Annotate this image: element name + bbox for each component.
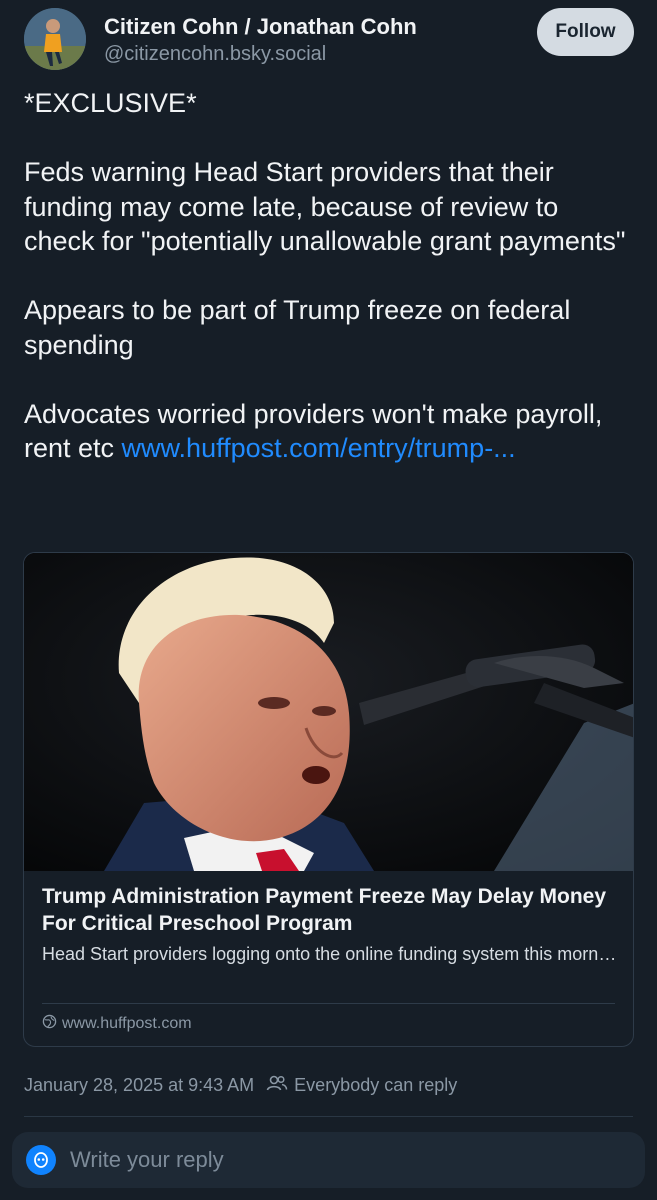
- user-avatar-icon: [26, 1145, 56, 1175]
- reply-audience[interactable]: Everybody can reply: [266, 1074, 457, 1097]
- post-meta: January 28, 2025 at 9:43 AM Everybody ca…: [24, 1074, 457, 1097]
- reply-audience-label: Everybody can reply: [294, 1075, 458, 1095]
- post-line-exclusive: *EXCLUSIVE*: [24, 88, 197, 118]
- card-body: Trump Administration Payment Freeze May …: [42, 883, 617, 966]
- card-domain-row: www.huffpost.com: [42, 1014, 192, 1034]
- post-paragraph-4: Advocates worried providers won't make p…: [24, 397, 634, 466]
- card-domain: www.huffpost.com: [62, 1015, 192, 1032]
- post-paragraph-3: Appears to be part of Trump freeze on fe…: [24, 295, 571, 360]
- post-paragraph-2: Feds warning Head Start providers that t…: [24, 157, 626, 256]
- post-text: *EXCLUSIVE* Feds warning Head Start prov…: [24, 86, 634, 466]
- card-title: Trump Administration Payment Freeze May …: [42, 885, 607, 935]
- card-image: [24, 553, 633, 871]
- people-icon: [266, 1074, 288, 1097]
- globe-icon: [42, 1014, 57, 1034]
- author-display-name[interactable]: Citizen Cohn / Jonathan Cohn: [104, 14, 417, 40]
- reply-composer[interactable]: Write your reply: [12, 1132, 645, 1188]
- post-link[interactable]: www.huffpost.com/entry/trump-...: [122, 433, 516, 463]
- follow-button[interactable]: Follow: [537, 8, 634, 56]
- author-avatar[interactable]: [24, 8, 86, 70]
- post-header: Citizen Cohn / Jonathan Cohn @citizencoh…: [24, 8, 634, 72]
- post-timestamp: January 28, 2025 at 9:43 AM: [24, 1075, 255, 1095]
- card-divider: [42, 1003, 615, 1004]
- divider: [24, 1116, 633, 1117]
- link-preview-card[interactable]: Trump Administration Payment Freeze May …: [23, 552, 634, 1047]
- reply-input[interactable]: Write your reply: [70, 1147, 224, 1173]
- author-handle[interactable]: @citizencohn.bsky.social: [104, 43, 326, 66]
- card-description: Head Start providers logging onto the on…: [42, 944, 617, 964]
